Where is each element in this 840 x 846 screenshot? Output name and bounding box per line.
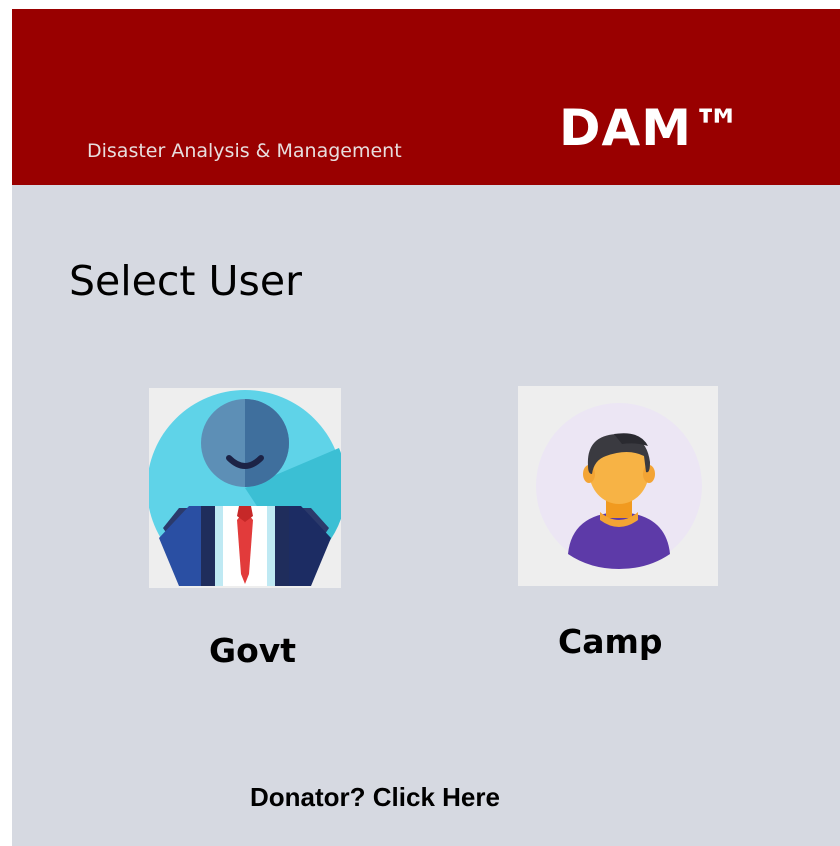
app-subtitle: Disaster Analysis & Management — [87, 140, 402, 162]
header-banner: Disaster Analysis & Management DAM™ — [12, 9, 840, 185]
page: Disaster Analysis & Management DAM™ Sele… — [12, 9, 840, 846]
user-option-label: Camp — [558, 622, 663, 661]
donator-link[interactable]: Donator? Click Here — [250, 782, 500, 813]
camp-user-avatar-icon[interactable] — [518, 386, 718, 586]
user-option-govt[interactable]: Govt — [149, 388, 349, 678]
government-official-avatar-icon[interactable] — [149, 388, 341, 588]
page-title: Select User — [69, 257, 302, 305]
user-option-camp[interactable]: Camp — [518, 386, 718, 676]
app-brand-logo: DAM™ — [559, 99, 743, 157]
user-option-label: Govt — [209, 631, 297, 670]
